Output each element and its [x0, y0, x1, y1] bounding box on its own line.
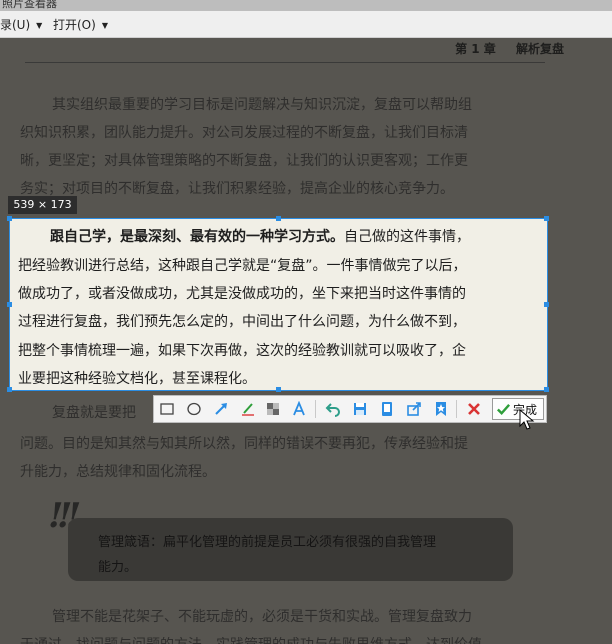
resize-handle-left[interactable] — [7, 302, 12, 307]
text-line: 织知识积累，团队能力提升。对公司发展过程的不断复盘，让我们目标清 — [20, 125, 468, 141]
ellipse-tool-button[interactable] — [185, 400, 203, 418]
header-rule — [25, 62, 546, 63]
capture-selection[interactable]: 跟自己学，是最深刻、最有效的一种学习方式。自己做的这件事情， 把经验教训进行总结… — [7, 216, 549, 392]
rectangle-tool-button[interactable] — [158, 400, 176, 418]
selection-text-line: 做成功了，或者没做成功，尤其是没做成功的，坐下来把当时这件事情的 — [18, 286, 466, 302]
window-title: 照片查看器 — [2, 0, 57, 10]
arrow-icon — [215, 403, 227, 415]
tip-line: 管理箴语：扁平化管理的前提是员工必须有很强的自我管理 — [98, 535, 437, 550]
menu-item-record[interactable]: 录(U) ▼ — [0, 17, 42, 33]
resize-handle-bottom-right[interactable] — [544, 387, 549, 392]
cancel-button[interactable] — [465, 400, 483, 418]
undo-button[interactable] — [324, 400, 342, 418]
arrow-tool-button[interactable] — [212, 400, 230, 418]
bookmark-button[interactable] — [432, 400, 450, 418]
chevron-down-icon: ▼ — [36, 21, 43, 30]
selection-text: 自己做的这件事情， — [344, 229, 470, 245]
text-line: 于通过，找问题与问题的方法，实践管理的成功与失败思维方式，达到价值 — [20, 634, 482, 644]
ellipse-icon — [187, 402, 201, 416]
text-tool-button[interactable] — [290, 400, 308, 418]
toolbar-divider — [315, 400, 316, 418]
resize-handle-top[interactable] — [276, 216, 281, 221]
selection-size-badge: 539 × 173 — [8, 196, 77, 214]
selection-text-line: 把整个事情梳理一遍，如果下次再做，这次的经验教训就可以吸收了，企 — [18, 343, 466, 359]
menu-label: 录(U) — [0, 18, 31, 32]
menu-bar: 录(U) ▼ 打开(O) ▼ — [0, 11, 612, 38]
mosaic-icon — [267, 403, 279, 415]
share-icon — [407, 402, 421, 416]
text-line: 其实组织最重要的学习目标是问题解决与知识沉淀，复盘可以帮助组 — [52, 97, 472, 113]
rectangle-icon — [160, 403, 174, 415]
text-icon — [293, 401, 305, 416]
resize-handle-bottom-left[interactable] — [7, 387, 12, 392]
text-line: 晰，更坚定；对具体管理策略的不断复盘，让我们的认识更客观；工作更 — [20, 153, 468, 169]
text-line: 管理不能是花架子、不能玩虚的，必须是干货和实战。管理复盘致力 — [52, 609, 472, 625]
capture-toolbar: 完成 — [153, 395, 547, 423]
menu-label: 打开(O) — [53, 18, 96, 32]
selection-text-line: 业要把这种经验文档化，甚至课程化。 — [18, 371, 256, 387]
text-line: 务实；对项目的不断复盘，让我们积累经验，提高企业的核心竞争力。 — [20, 181, 454, 197]
share-button[interactable] — [405, 400, 423, 418]
pen-icon — [242, 403, 254, 416]
text-line: 升能力，总结规律和固化流程。 — [20, 464, 216, 480]
pen-tool-button[interactable] — [239, 400, 257, 418]
resize-handle-right[interactable] — [544, 302, 549, 307]
selection-text-line: 过程进行复盘，我们预先怎么定的，中间出了什么问题，为什么做不到， — [18, 314, 466, 330]
page-header: 第 1 章 解析复盘 — [25, 40, 564, 63]
toolbar-divider — [456, 400, 457, 418]
pin-icon — [382, 402, 392, 416]
undo-icon — [325, 403, 340, 417]
selection-text-line: 把经验教训进行总结，这种跟自己学就是“复盘”。一件事情做完了以后， — [18, 258, 467, 274]
window-titlebar: 照片查看器 — [0, 0, 612, 11]
resize-handle-top-left[interactable] — [7, 216, 12, 221]
tip-box: 管理箴语：扁平化管理的前提是员工必须有很强的自我管理 能力。 — [68, 518, 513, 581]
selection-text-line: 跟自己学，是最深刻、最有效的一种学习方式。自己做的这件事情， — [50, 226, 470, 246]
check-icon — [497, 403, 511, 415]
mosaic-tool-button[interactable] — [264, 400, 282, 418]
cancel-icon — [468, 403, 480, 415]
menu-item-open[interactable]: 打开(O) ▼ — [53, 17, 108, 33]
bookmark-icon — [436, 402, 446, 416]
text-line: 复盘就是要把 — [52, 405, 136, 421]
chapter-number: 第 1 章 — [455, 42, 496, 56]
resize-handle-bottom[interactable] — [276, 387, 281, 392]
chapter-title: 解析复盘 — [515, 42, 564, 56]
text-line: 问题。目的是知其然与知其所以然，同样的错误不要再犯，传承经验和提 — [20, 436, 468, 452]
done-button[interactable]: 完成 — [492, 398, 544, 420]
resize-handle-top-right[interactable] — [544, 216, 549, 221]
mouse-cursor-icon — [519, 409, 535, 430]
save-icon — [354, 403, 366, 415]
tip-line: 能力。 — [98, 560, 138, 575]
bold-lead-text: 跟自己学，是最深刻、最有效的一种学习方式。 — [50, 229, 344, 245]
chevron-down-icon: ▼ — [101, 21, 108, 30]
pin-to-screen-button[interactable] — [378, 400, 396, 418]
save-button[interactable] — [351, 400, 369, 418]
